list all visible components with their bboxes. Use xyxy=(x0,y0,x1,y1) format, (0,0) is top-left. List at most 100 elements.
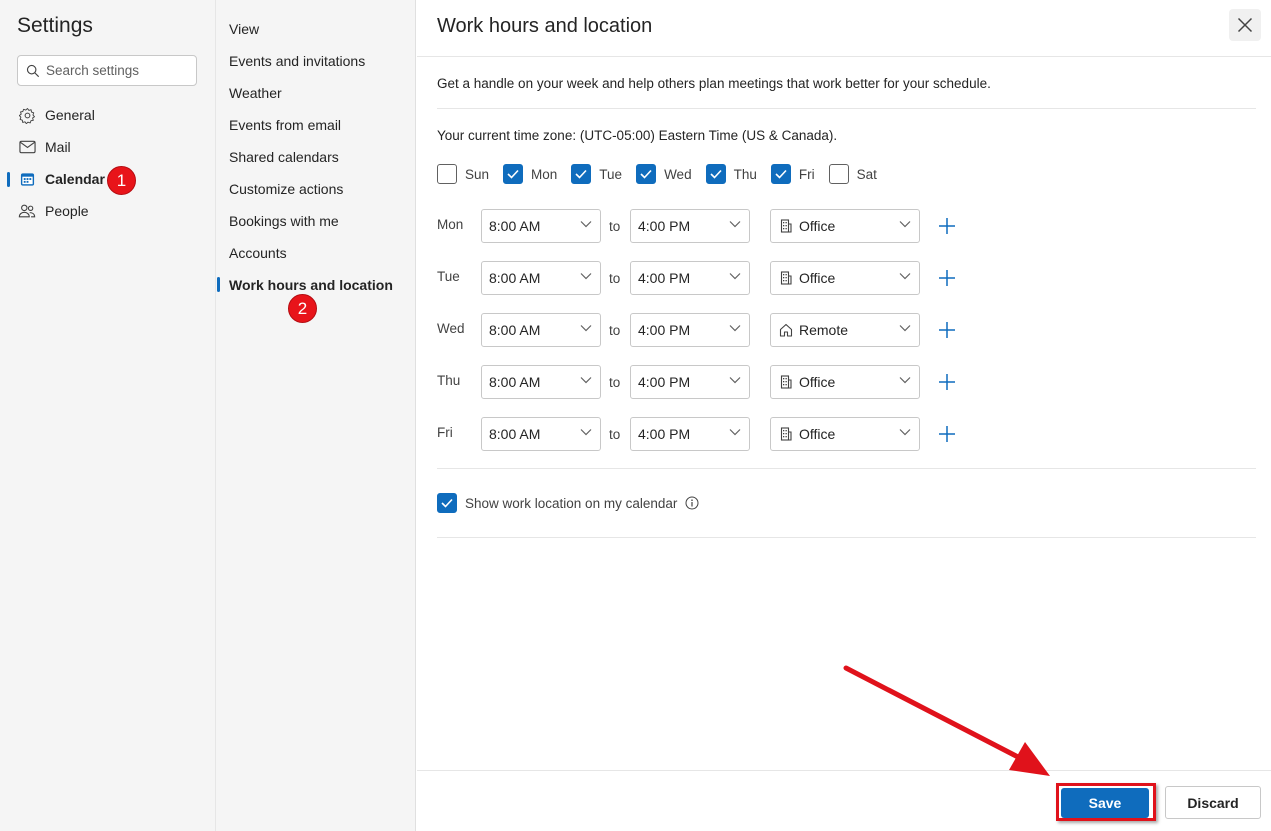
sidebar-item-people[interactable]: People xyxy=(0,197,215,225)
start-time-dropdown[interactable]: 8:00 AM xyxy=(481,209,601,243)
start-time-value: 8:00 AM xyxy=(489,322,541,338)
chevron-down-icon xyxy=(580,429,592,436)
start-time-dropdown[interactable]: 8:00 AM xyxy=(481,365,601,399)
end-time-value: 4:00 PM xyxy=(638,374,691,390)
checkmark-icon xyxy=(441,498,453,508)
location-value: Remote xyxy=(799,322,849,338)
day-checkbox-mon[interactable]: Mon xyxy=(503,164,557,184)
day-label: Fri xyxy=(798,166,815,182)
people-icon xyxy=(18,202,36,220)
calendar-icon xyxy=(18,170,36,188)
end-time-value: 4:00 PM xyxy=(638,426,691,442)
day-checkbox-sat[interactable]: Sat xyxy=(828,164,877,184)
day-label: Mon xyxy=(531,166,558,182)
footer-divider xyxy=(417,770,1271,771)
gear-icon xyxy=(18,106,36,124)
day-checkbox-thu[interactable]: Thu xyxy=(705,164,757,184)
checkbox-checked[interactable] xyxy=(636,164,657,184)
subnav-item-work-hours-location[interactable]: Work hours and location xyxy=(216,271,415,299)
day-checkbox-tue[interactable]: Tue xyxy=(571,164,622,184)
end-time-dropdown[interactable]: 4:00 PM xyxy=(630,365,750,399)
building-icon xyxy=(779,271,793,285)
row-day-label: Fri xyxy=(437,425,453,440)
location-dropdown[interactable]: Office xyxy=(770,209,920,243)
location-dropdown[interactable]: Office xyxy=(770,261,920,295)
close-button[interactable] xyxy=(1229,9,1261,41)
show-location-checkbox[interactable]: Show work location on my calendar xyxy=(437,493,699,513)
search-icon xyxy=(26,64,40,77)
location-value: Office xyxy=(799,218,836,234)
subnav-item-bookings[interactable]: Bookings with me xyxy=(216,207,415,235)
checkbox-checked[interactable] xyxy=(705,164,726,184)
settings-title: Settings xyxy=(17,14,93,37)
day-label: Tue xyxy=(599,166,623,182)
start-time-dropdown[interactable]: 8:00 AM xyxy=(481,261,601,295)
chevron-down-icon xyxy=(899,325,911,332)
close-icon xyxy=(1237,17,1253,33)
end-time-dropdown[interactable]: 4:00 PM xyxy=(630,313,750,347)
checkbox-checked[interactable] xyxy=(503,164,524,184)
add-time-block-icon[interactable] xyxy=(937,268,957,288)
subnav-item-shared-calendars[interactable]: Shared calendars xyxy=(216,143,415,171)
checkbox[interactable] xyxy=(437,164,457,184)
start-time-value: 8:00 AM xyxy=(489,270,541,286)
settings-nav: Settings General Mail Calendar People 1 xyxy=(0,0,216,831)
building-icon xyxy=(779,427,793,441)
add-time-block-icon[interactable] xyxy=(937,320,957,340)
subnav-item-weather[interactable]: Weather xyxy=(216,79,415,107)
subnav-item-accounts[interactable]: Accounts xyxy=(216,239,415,267)
location-value: Office xyxy=(799,270,836,286)
sidebar-item-label: Calendar xyxy=(45,171,105,187)
timezone-text: Your current time zone: (UTC-05:00) East… xyxy=(437,128,838,143)
checkbox[interactable] xyxy=(828,164,849,184)
checkmark-icon xyxy=(710,169,722,179)
end-time-dropdown[interactable]: 4:00 PM xyxy=(630,261,750,295)
day-label: Thu xyxy=(733,166,757,182)
chevron-down-icon xyxy=(729,273,741,280)
day-checkbox-fri[interactable]: Fri xyxy=(770,164,815,184)
start-time-dropdown[interactable]: 8:00 AM xyxy=(481,417,601,451)
end-time-dropdown[interactable]: 4:00 PM xyxy=(630,417,750,451)
schedule-row-fri: Fri 8:00 AM to 4:00 PM Office xyxy=(437,417,977,451)
checkbox-checked[interactable] xyxy=(571,164,592,184)
schedule-row-thu: Thu 8:00 AM to 4:00 PM Office xyxy=(437,365,977,399)
chevron-down-icon xyxy=(899,377,911,384)
subnav-item-events-from-email[interactable]: Events from email xyxy=(216,111,415,139)
checkbox-checked[interactable] xyxy=(770,164,791,184)
step-2-badge: 2 xyxy=(288,294,317,323)
start-time-dropdown[interactable]: 8:00 AM xyxy=(481,313,601,347)
start-time-value: 8:00 AM xyxy=(489,218,541,234)
subnav-item-view[interactable]: View xyxy=(216,15,415,43)
search-settings[interactable] xyxy=(17,55,197,86)
add-time-block-icon[interactable] xyxy=(937,372,957,392)
sidebar-item-label: People xyxy=(45,203,89,219)
location-value: Office xyxy=(799,426,836,442)
subnav-item-events-invitations[interactable]: Events and invitations xyxy=(216,47,415,75)
day-label: Sun xyxy=(465,166,490,182)
checkmark-icon xyxy=(507,169,519,179)
chevron-down-icon xyxy=(580,377,592,384)
chevron-down-icon xyxy=(729,429,741,436)
info-icon[interactable] xyxy=(685,496,699,510)
end-time-dropdown[interactable]: 4:00 PM xyxy=(630,209,750,243)
sidebar-item-general[interactable]: General xyxy=(0,101,215,129)
to-label: to xyxy=(609,271,621,286)
location-dropdown[interactable]: Remote xyxy=(770,313,920,347)
add-time-block-icon[interactable] xyxy=(937,424,957,444)
day-checkbox-sun[interactable]: Sun xyxy=(437,164,489,184)
checkbox-checked[interactable] xyxy=(437,493,457,513)
home-icon xyxy=(779,323,793,337)
subnav-item-customize-actions[interactable]: Customize actions xyxy=(216,175,415,203)
location-dropdown[interactable]: Office xyxy=(770,365,920,399)
day-checkbox-wed[interactable]: Wed xyxy=(636,164,692,184)
chevron-down-icon xyxy=(580,273,592,280)
search-input[interactable] xyxy=(46,63,186,78)
location-dropdown[interactable]: Office xyxy=(770,417,920,451)
discard-button[interactable]: Discard xyxy=(1165,786,1261,819)
save-button[interactable]: Save xyxy=(1061,788,1149,818)
start-time-value: 8:00 AM xyxy=(489,374,541,390)
schedule-row-mon: Mon 8:00 AM to 4:00 PM Office xyxy=(437,209,977,243)
chevron-down-icon xyxy=(899,221,911,228)
add-time-block-icon[interactable] xyxy=(937,216,957,236)
sidebar-item-mail[interactable]: Mail xyxy=(0,133,215,161)
